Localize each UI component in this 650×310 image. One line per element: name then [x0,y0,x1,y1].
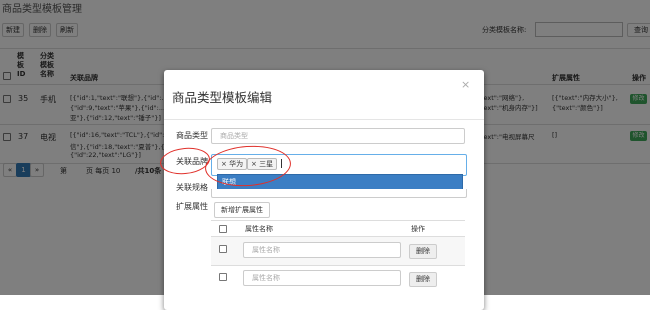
ext-table-top [211,220,465,221]
spec-select[interactable] [211,189,467,198]
ext-row-checkbox[interactable] [219,273,227,281]
ext-name-input[interactable]: 属性名称 [243,270,401,286]
modal-header-divider [164,119,484,120]
ext-delete-button[interactable]: 删除 [409,272,437,287]
spec-label: 关联规格 [176,183,208,192]
ext-name-header: 属性名称 [245,225,273,233]
type-label: 商品类型 [176,131,208,140]
close-icon[interactable]: × [461,78,470,91]
modal-title: 商品类型模板编辑 [172,90,273,105]
add-ext-button[interactable]: 新增扩展属性 [214,202,270,218]
ext-table: 属性名称 操作 属性名称 删除 属性名称 删除 [211,220,465,310]
ext-name-input[interactable]: 属性名称 [243,242,401,258]
ext-label: 扩展属性 [176,202,208,211]
template-edit-modal: 商品类型模板编辑 × 商品类型 商品类型 关联品牌 × 华为 × 三星 联想 关… [164,70,484,310]
ext-row-line [211,265,465,266]
ext-header-checkbox[interactable] [219,225,227,233]
ext-row-checkbox[interactable] [219,245,227,253]
type-input[interactable]: 商品类型 [211,128,465,144]
ext-delete-button[interactable]: 删除 [409,244,437,259]
ext-op-header: 操作 [411,225,425,233]
